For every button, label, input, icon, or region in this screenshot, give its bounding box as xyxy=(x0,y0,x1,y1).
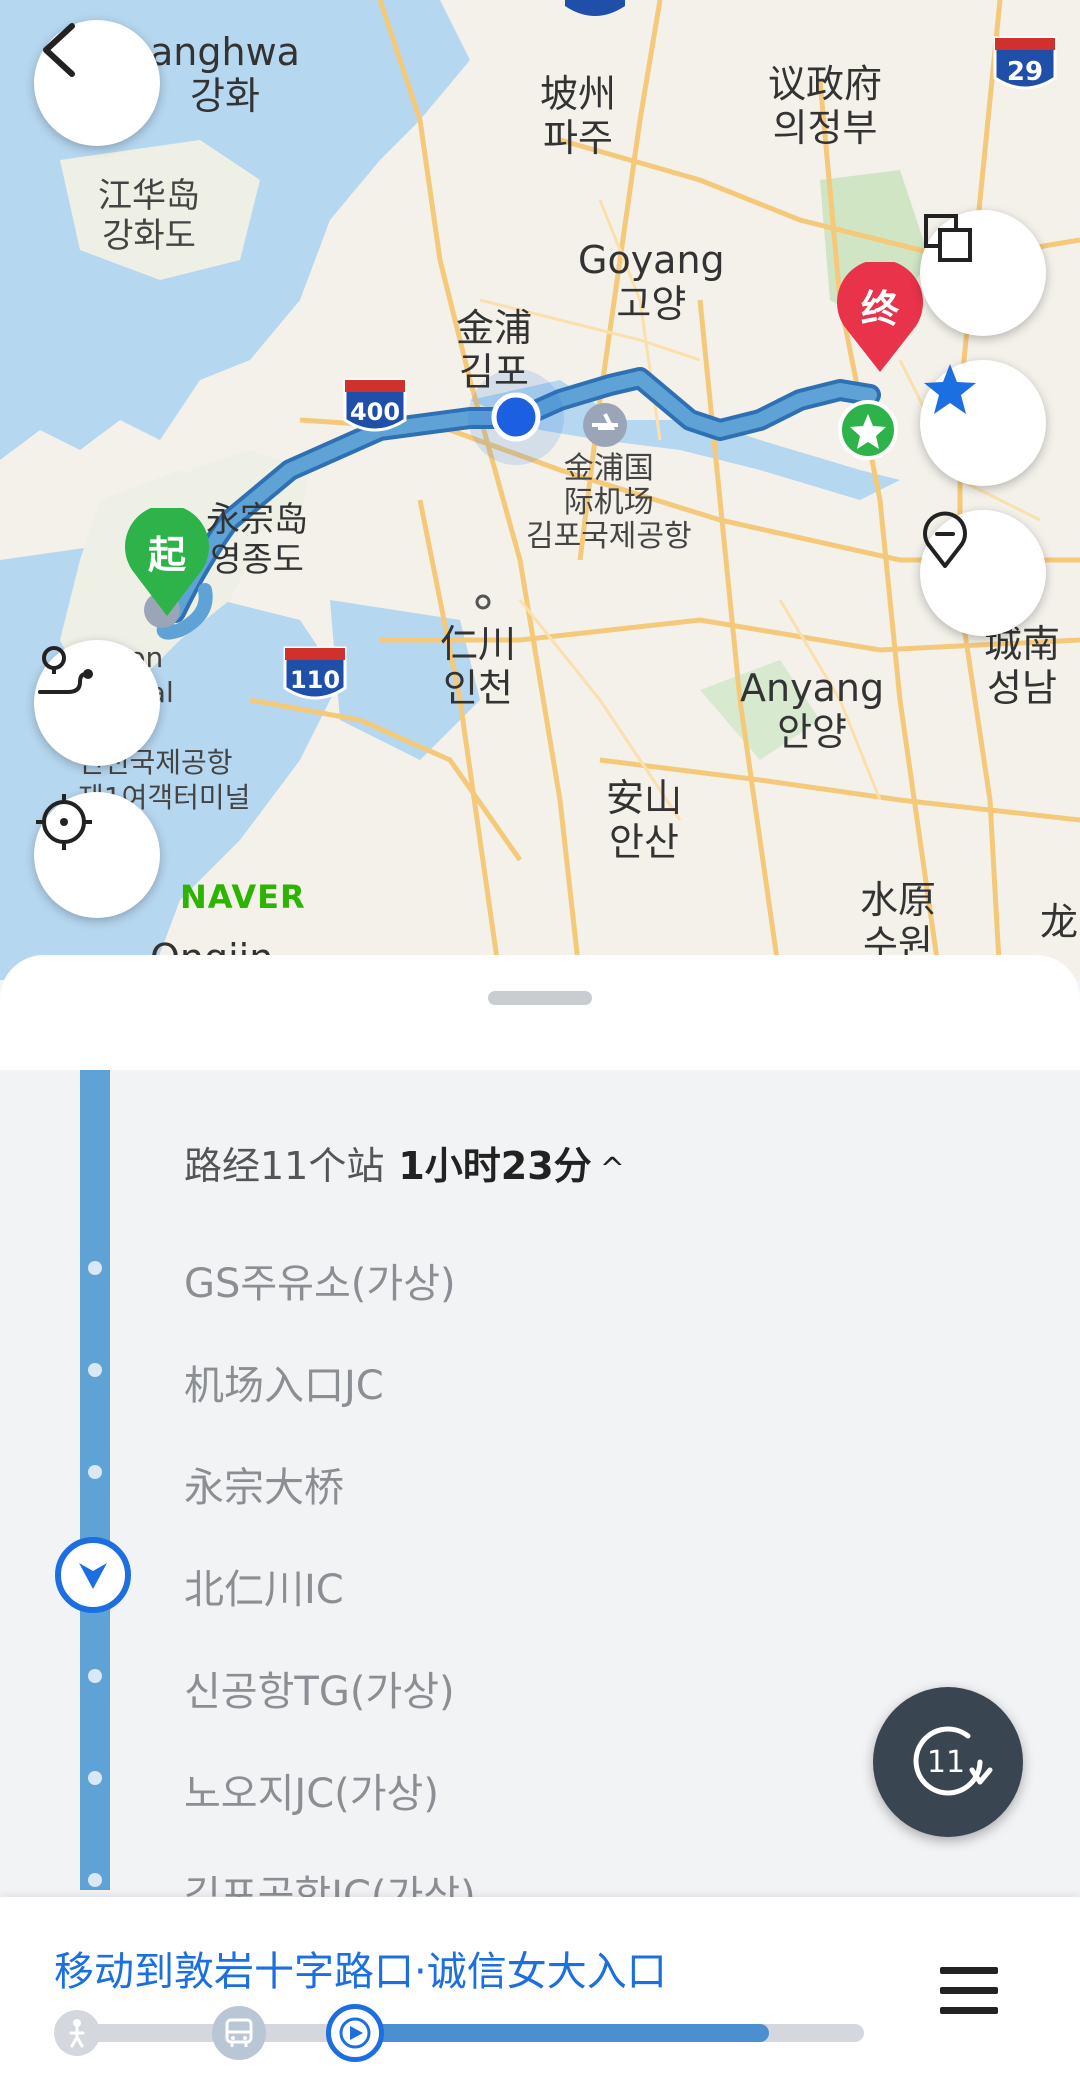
location-pin-icon xyxy=(923,511,967,568)
current-position-marker xyxy=(55,1537,131,1613)
map-label: anghwa 강화 xyxy=(150,30,300,118)
walk-node[interactable] xyxy=(54,2010,100,2056)
map-view[interactable]: 400 110 29 anghwa 강화 江华岛 강화도 坡州 파주 议政府 의정부 G… xyxy=(0,0,1080,980)
walking-person-icon xyxy=(69,2019,85,2048)
navigation-bar: 移动到敦岩十字路口·诚信女大入口 xyxy=(0,1897,1080,2087)
shield-110: 110 xyxy=(283,646,347,700)
drag-handle[interactable] xyxy=(488,991,592,1005)
replay-icon: 11 xyxy=(913,1726,993,1796)
route-timeline xyxy=(80,1070,110,1890)
map-label: 议政府 의정부 xyxy=(768,62,883,150)
bus-icon xyxy=(225,2018,253,2047)
menu-button[interactable] xyxy=(940,1967,1004,2017)
map-label: 城南 성남 xyxy=(984,622,1061,710)
crosshair-icon xyxy=(36,794,92,850)
route-summary[interactable]: 路经11个站 1小时23分 ^ xyxy=(184,1135,625,1190)
progress-fill xyxy=(330,2024,770,2042)
chevron-up-icon[interactable]: ^ xyxy=(600,1152,625,1187)
svg-text:400: 400 xyxy=(350,398,400,426)
end-pin-label: 终 xyxy=(860,287,899,331)
shield-400: 400 xyxy=(343,378,407,432)
svg-text:29: 29 xyxy=(1007,57,1043,87)
stop-dot xyxy=(88,1669,102,1683)
stop-item[interactable]: 机场入口JC xyxy=(184,1353,384,1411)
replay-count: 11 xyxy=(927,1745,965,1780)
duration: 1小时23分 xyxy=(398,1144,592,1188)
map-label: 安山 안산 xyxy=(606,776,683,864)
navigation-arrow-icon xyxy=(79,1563,107,1589)
route-icon xyxy=(38,646,93,694)
bus-node[interactable] xyxy=(212,2006,266,2060)
shield-29: 29 xyxy=(993,36,1057,90)
stop-dot xyxy=(88,1465,102,1479)
map-label: Anyang 안양 xyxy=(740,666,885,754)
hamburger-icon xyxy=(940,1967,998,1974)
shield-1 xyxy=(565,0,625,16)
stop-count: 路经11个站 xyxy=(184,1144,385,1188)
star-icon xyxy=(924,364,976,414)
map-layers-button[interactable] xyxy=(920,210,1046,336)
naver-logo: NAVER xyxy=(180,878,306,916)
stop-item[interactable]: 永宗大桥 xyxy=(184,1455,344,1513)
map-label: 仁川 인천 xyxy=(440,622,517,710)
play-arrow-icon xyxy=(339,2017,371,2049)
stop-item[interactable]: GS주유소(가상) xyxy=(184,1251,456,1309)
sheet-header[interactable] xyxy=(0,955,1080,1070)
stop-item[interactable]: 北仁川IC xyxy=(184,1557,344,1615)
stop-dot xyxy=(88,1771,102,1785)
map-label: 金浦国 际机场 김포국제공항 xyxy=(526,451,692,554)
start-pin-label: 起 xyxy=(147,533,186,577)
svg-text:110: 110 xyxy=(290,666,340,694)
place-marker-button[interactable] xyxy=(920,510,1046,636)
stop-dot xyxy=(88,1261,102,1275)
start-pin[interactable]: 起 xyxy=(122,508,212,618)
map-label: 坡州 파주 xyxy=(540,72,617,160)
stop-dot xyxy=(88,1873,102,1887)
stop-dot xyxy=(88,1363,102,1377)
end-pin[interactable]: 终 xyxy=(834,262,926,374)
current-progress-node[interactable] xyxy=(326,2004,384,2062)
map-label: 永宗岛 영종도 xyxy=(206,500,308,580)
map-label: 水原 수원 xyxy=(860,878,937,966)
map-label: 金浦 김포 xyxy=(456,306,533,394)
map-label: 龙 xyxy=(1040,900,1079,944)
my-location-button[interactable] xyxy=(34,792,160,918)
stop-item[interactable]: 노오지JC(가상) xyxy=(184,1761,439,1819)
next-instruction[interactable]: 移动到敦岩十字路口·诚信女大入口 xyxy=(54,1939,667,1997)
layers-icon xyxy=(924,214,972,262)
replay-route-button[interactable]: 11 xyxy=(873,1687,1023,1837)
back-arrow-icon xyxy=(43,23,75,77)
favorite-button[interactable] xyxy=(920,360,1046,486)
back-button[interactable] xyxy=(34,20,160,146)
map-label: 江华岛 강화도 xyxy=(98,176,200,256)
stop-item[interactable]: 신공항TG(가상) xyxy=(184,1659,455,1717)
route-options-button[interactable] xyxy=(34,640,160,766)
map-label: Goyang 고양 xyxy=(578,238,725,326)
